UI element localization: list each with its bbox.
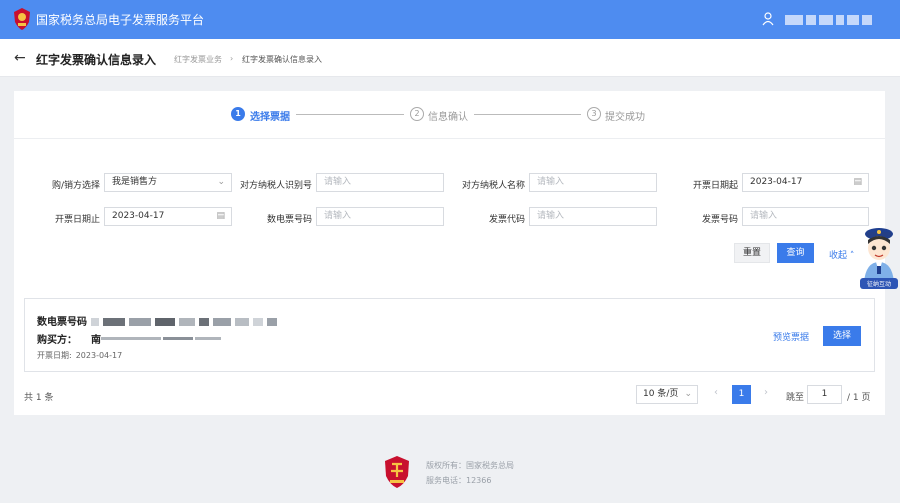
user-icon[interactable] <box>762 12 774 26</box>
breadcrumb-separator: › <box>230 54 234 63</box>
calendar-icon: ▤ <box>853 177 862 187</box>
jump-page-input[interactable]: 1 <box>807 385 842 404</box>
chevron-down-icon: ⌄ <box>684 389 692 399</box>
e-invoice-no-label: 数电票号码 <box>266 215 312 225</box>
total-count: 共 1 条 <box>24 393 54 403</box>
prev-page-icon[interactable]: ‹ <box>714 387 718 398</box>
invoice-no-input[interactable]: 请输入 <box>742 207 869 226</box>
counterparty-id-input[interactable]: 请输入 <box>316 173 444 192</box>
issue-date-line: 开票日期: 2023-04-17 <box>37 350 126 361</box>
buyer-name-redacted <box>101 337 221 340</box>
page-1-button[interactable]: 1 <box>732 385 751 404</box>
invoice-result-item[interactable]: 数电票号码 购买方： 南 开票日期: 2023-04-17 预览票据 选择 <box>24 298 875 372</box>
breadcrumb-item-current: 红字发票确认信息录入 <box>242 55 322 64</box>
top-bar: 国家税务总局电子发票服务平台 <box>0 0 900 39</box>
breadcrumb-item-red-invoice[interactable]: 红字发票业务 <box>174 54 222 65</box>
collapse-label: 收起 <box>829 251 848 261</box>
select-button[interactable]: 选择 <box>823 326 861 346</box>
buyer-label: 购买方： <box>37 335 77 346</box>
user-name-redacted[interactable] <box>785 15 885 25</box>
date-start-label: 开票日期起 <box>692 181 738 191</box>
step-connector <box>296 114 404 115</box>
page-header: ← 红字发票确认信息录入 红字发票业务 › 红字发票确认信息录入 <box>0 39 900 77</box>
issue-date-value: 2023-04-17 <box>75 351 123 360</box>
invoice-code-label: 发票代码 <box>488 215 525 225</box>
step-1-number: 1 <box>231 107 245 121</box>
date-start-value: 2023-04-17 <box>750 177 803 187</box>
date-end-picker[interactable]: 2023-04-17 ▤ <box>104 207 232 226</box>
step-indicator: 1 选择票据 2 信息确认 3 提交成功 <box>14 91 885 139</box>
preview-invoice-link[interactable]: 预览票据 <box>773 330 809 343</box>
tax-emblem-icon <box>385 456 409 488</box>
chevron-down-icon: ⌄ <box>217 177 225 187</box>
customer-service-mascot-icon[interactable]: 征纳互动 <box>858 220 900 290</box>
invoice-no-label: 发票号码 <box>701 215 738 225</box>
step-2-number: 2 <box>410 107 424 121</box>
tax-emblem-icon <box>14 8 30 30</box>
next-page-icon[interactable]: › <box>764 387 768 398</box>
mascot-caption: 征纳互动 <box>867 280 891 288</box>
step-2-label: 信息确认 <box>428 112 468 123</box>
date-end-value: 2023-04-17 <box>112 211 165 221</box>
counterparty-id-label: 对方纳税人识别号 <box>239 181 312 191</box>
calendar-icon: ▤ <box>216 211 225 221</box>
reset-button[interactable]: 重置 <box>734 243 770 263</box>
page-size-value: 10 条/页 <box>643 389 679 399</box>
service-hotline: 服务电话：12366 <box>426 476 492 485</box>
page-title: 红字发票确认信息录入 <box>36 53 157 67</box>
jump-label: 跳至 <box>786 393 805 403</box>
page-size-select[interactable]: 10 条/页 ⌄ <box>636 385 698 404</box>
total-pages: / 1 页 <box>847 393 871 403</box>
query-button[interactable]: 查询 <box>777 243 814 263</box>
party-select-value: 我是销售方 <box>112 177 158 187</box>
chevron-up-icon: ˄ <box>849 251 855 261</box>
party-select[interactable]: 我是销售方 ⌄ <box>104 173 232 192</box>
step-connector <box>474 114 581 115</box>
copyright-text: 版权所有：国家税务总局 <box>426 461 514 470</box>
invoice-number-redacted <box>91 318 277 326</box>
buyer-name: 南 <box>91 335 101 346</box>
main-card: 1 选择票据 2 信息确认 3 提交成功 购/销方选择 我是销售方 ⌄ 对方纳税… <box>14 91 885 415</box>
app-title: 国家税务总局电子发票服务平台 <box>36 13 205 27</box>
e-invoice-no-input[interactable]: 请输入 <box>316 207 444 226</box>
back-arrow-icon[interactable]: ← <box>14 51 26 65</box>
party-select-label: 购/销方选择 <box>51 181 100 191</box>
invoice-number-label: 数电票号码 <box>37 317 87 328</box>
date-start-picker[interactable]: 2023-04-17 ▤ <box>742 173 869 192</box>
step-1-label: 选择票据 <box>250 112 290 123</box>
invoice-code-input[interactable]: 请输入 <box>529 207 657 226</box>
counterparty-name-input[interactable]: 请输入 <box>529 173 657 192</box>
collapse-link[interactable]: 收起 ˄ <box>829 248 854 261</box>
counterparty-name-label: 对方纳税人名称 <box>461 181 525 191</box>
step-3-label: 提交成功 <box>605 112 645 123</box>
issue-date-label: 开票日期: <box>37 351 72 360</box>
date-end-label: 开票日期止 <box>54 215 100 225</box>
step-3-number: 3 <box>587 107 601 121</box>
